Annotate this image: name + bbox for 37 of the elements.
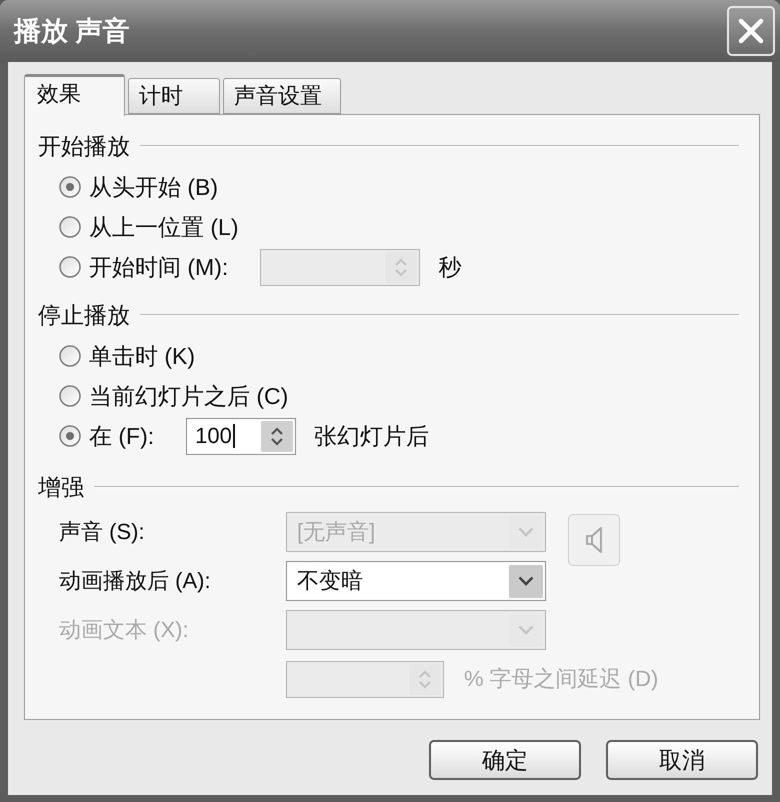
up-caret-icon [395,258,408,266]
dropdown[interactable]: 不变暗 [286,561,546,601]
radio-option[interactable]: 从头开始 (B) [59,176,218,198]
field-label: 声音 (S): [59,521,145,543]
spin-buttons[interactable] [261,420,294,452]
radio-option[interactable]: 在 (F): [59,424,154,448]
tab[interactable]: 效果 [24,74,125,116]
section-title: 停止播放 [38,304,130,326]
window-title: 播放 声音 [12,18,130,44]
section-title: 增强 [38,476,84,498]
tab[interactable]: 计时 [128,78,220,114]
unit-label: 张幻灯片后 [314,424,430,448]
dialog-button[interactable]: 确定 [429,740,581,780]
radio-option[interactable]: 从上一位置 (L) [59,216,238,238]
field-label: 动画文本 (X): [59,619,189,641]
close-icon [738,18,764,44]
down-caret-icon [395,268,408,276]
chevron-down-icon [518,527,534,537]
dropdown-button[interactable] [509,564,543,598]
chevron-down-icon [518,576,534,586]
down-caret-icon [271,438,284,446]
close-button[interactable] [727,6,775,56]
chevron-down-icon [518,625,534,635]
radio-option[interactable]: 开始时间 (M): [59,256,228,278]
section-title: 开始播放 [38,134,130,158]
radio-option[interactable]: 单击时 (K) [59,344,196,368]
up-caret-icon [271,426,284,434]
unit-label: % 字母之间延迟 (D) [464,668,658,690]
up-caret-icon [419,670,431,678]
spin-box[interactable]: 100 [186,418,296,454]
speaker-icon [584,526,604,554]
dialog-button[interactable]: 取消 [606,740,758,780]
radio-option[interactable]: 当前幻灯片之后 (C) [59,384,288,408]
field-label: 动画播放后 (A): [59,570,211,592]
unit-label: 秒 [438,256,462,278]
down-caret-icon [419,680,431,688]
tab[interactable]: 声音设置 [223,78,341,114]
